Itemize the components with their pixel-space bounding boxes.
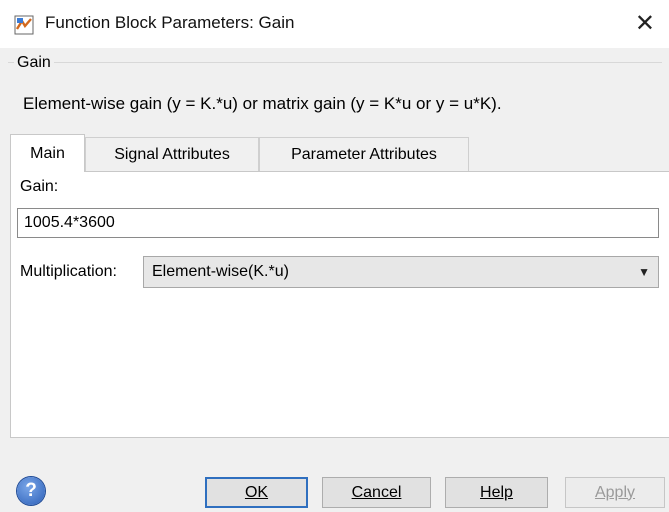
question-mark-icon[interactable]: ? [17,477,45,505]
group-label: Gain [14,54,54,72]
gain-input[interactable]: 1005.4*3600 [17,208,659,238]
tab-label: Main [30,144,65,162]
apply-button: Apply [565,477,665,508]
cancel-label: Cancel [351,483,402,501]
help-label: Help [480,483,513,501]
apply-label: Apply [594,483,636,501]
chevron-down-icon: ▼ [638,265,650,279]
tab-signal-attributes[interactable]: Signal Attributes [85,137,259,171]
tab-parameter-attributes[interactable]: Parameter Attributes [259,137,469,171]
title-bar: Function Block Parameters: Gain ✕ [0,0,669,48]
simulink-block-icon [14,15,34,35]
tab-label: Signal Attributes [114,145,230,163]
multiplication-dropdown[interactable]: Element-wise(K.*u) ▼ [143,256,659,288]
window-title: Function Block Parameters: Gain [45,13,295,32]
tab-main[interactable]: Main [10,134,85,172]
ok-button[interactable]: OK [205,477,308,508]
multiplication-value: Element-wise(K.*u) [152,263,289,280]
multiplication-label: Multiplication: [20,263,117,280]
cancel-button[interactable]: Cancel [322,477,431,508]
tab-label: Parameter Attributes [291,145,437,163]
help-button[interactable]: Help [445,477,548,508]
ok-label: OK [244,483,269,501]
block-description: Element-wise gain (y = K.*u) or matrix g… [23,94,502,113]
close-icon[interactable]: ✕ [635,9,655,39]
gain-label: Gain: [20,178,59,195]
